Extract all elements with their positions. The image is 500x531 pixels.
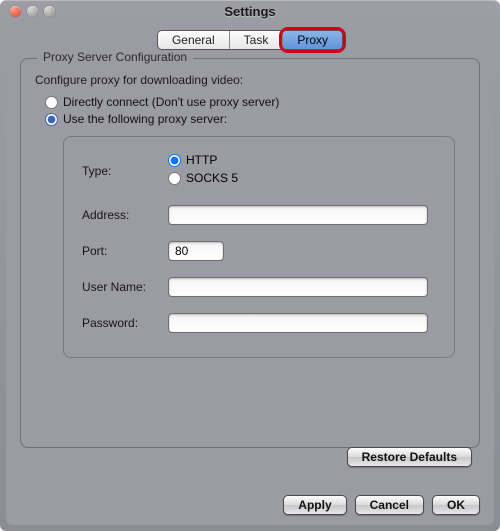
- proxy-settings-panel: Type: HTTP SOCKS 5 Address:: [63, 136, 455, 358]
- radio-direct-label: Directly connect (Don't use proxy server…: [63, 95, 279, 109]
- content-area: General Task Proxy Proxy Server Configur…: [6, 22, 494, 525]
- radio-socks5-label: SOCKS 5: [186, 171, 238, 185]
- address-input[interactable]: [168, 205, 428, 225]
- window-controls: [10, 6, 55, 17]
- ok-button[interactable]: OK: [432, 495, 480, 515]
- tab-general[interactable]: General: [158, 31, 230, 49]
- field-address: Address:: [82, 205, 436, 225]
- radio-http-label: HTTP: [186, 153, 217, 167]
- label-password: Password:: [82, 316, 168, 330]
- radio-direct-connect[interactable]: Directly connect (Don't use proxy server…: [45, 95, 465, 109]
- field-username: User Name:: [82, 277, 436, 297]
- restore-defaults-button[interactable]: Restore Defaults: [347, 447, 472, 467]
- tab-proxy-label: Proxy: [297, 33, 328, 47]
- window-title: Settings: [0, 4, 500, 19]
- group-title: Proxy Server Configuration: [37, 50, 193, 64]
- port-input[interactable]: [168, 241, 224, 261]
- group-description: Configure proxy for downloading video:: [35, 73, 465, 87]
- radio-type-socks5[interactable]: SOCKS 5: [168, 171, 436, 185]
- field-port: Port:: [82, 241, 436, 261]
- proxy-groupbox: Proxy Server Configuration Configure pro…: [20, 58, 480, 448]
- zoom-icon[interactable]: [44, 6, 55, 17]
- radio-direct-input[interactable]: [45, 96, 58, 109]
- restore-row: Restore Defaults: [347, 447, 472, 467]
- label-port: Port:: [82, 244, 168, 258]
- tab-bar: General Task Proxy: [20, 30, 480, 50]
- radio-type-http[interactable]: HTTP: [168, 153, 436, 167]
- footer-buttons: Apply Cancel OK: [283, 495, 480, 515]
- radio-use-proxy-input[interactable]: [45, 113, 58, 126]
- radio-socks5-input[interactable]: [168, 172, 181, 185]
- tab-proxy[interactable]: Proxy: [283, 31, 342, 49]
- type-options: HTTP SOCKS 5: [168, 153, 436, 189]
- password-input[interactable]: [168, 313, 428, 333]
- radio-http-input[interactable]: [168, 154, 181, 167]
- username-input[interactable]: [168, 277, 428, 297]
- radio-use-proxy-label: Use the following proxy server:: [63, 112, 227, 126]
- label-address: Address:: [82, 208, 168, 222]
- tab-segment: General Task Proxy: [157, 30, 343, 50]
- label-username: User Name:: [82, 280, 168, 294]
- settings-window: Settings General Task Proxy Proxy Server…: [0, 0, 500, 531]
- label-type: Type:: [82, 164, 168, 178]
- minimize-icon[interactable]: [27, 6, 38, 17]
- tab-task[interactable]: Task: [230, 31, 284, 49]
- close-icon[interactable]: [10, 6, 21, 17]
- titlebar: Settings: [0, 0, 500, 22]
- field-password: Password:: [82, 313, 436, 333]
- cancel-button[interactable]: Cancel: [355, 495, 424, 515]
- field-type: Type: HTTP SOCKS 5: [82, 153, 436, 189]
- apply-button[interactable]: Apply: [283, 495, 346, 515]
- radio-use-proxy[interactable]: Use the following proxy server:: [45, 112, 465, 126]
